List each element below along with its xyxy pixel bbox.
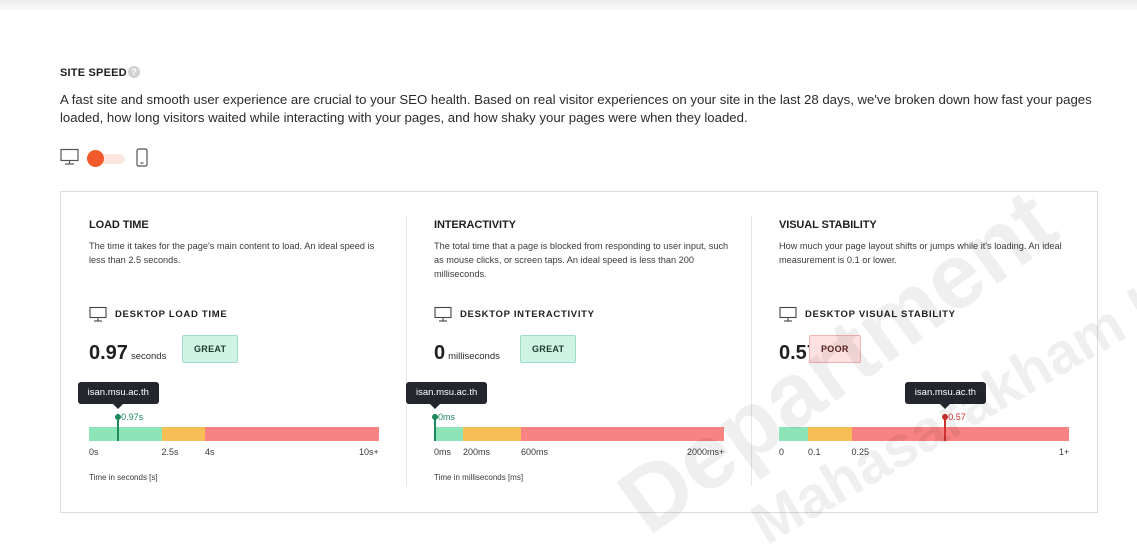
device-toggle-row bbox=[60, 148, 180, 168]
load-time-value: 0.97 bbox=[89, 342, 128, 364]
interactivity-value-marker: 0ms bbox=[432, 412, 455, 441]
toggle-knob bbox=[87, 150, 104, 167]
section-title: SITE SPEED bbox=[60, 67, 127, 79]
load-time-axis-note: Time in seconds [s] bbox=[89, 473, 158, 482]
visual-stability-tick-label: 1+ bbox=[1059, 447, 1070, 457]
interactivity-marker-label: 0ms bbox=[438, 412, 456, 422]
interactivity-description: The total time that a page is blocked fr… bbox=[434, 241, 729, 279]
visual-stability-value-marker: 0.57 bbox=[942, 412, 966, 441]
load-time-tick-label: 0s bbox=[89, 447, 99, 457]
load-time-title: LOAD TIME bbox=[89, 219, 149, 231]
load-time-bar-segment bbox=[205, 427, 379, 441]
interactivity-metric: 0 milliseconds bbox=[434, 342, 500, 366]
desktop-icon bbox=[434, 306, 452, 322]
load-time-tick-label: 10s+ bbox=[359, 447, 379, 457]
interactivity-bar-segment bbox=[434, 427, 463, 441]
load-time-score-bar bbox=[89, 427, 379, 441]
visual-stability-bar-segment bbox=[808, 427, 852, 441]
load-time-bar-segment bbox=[161, 427, 205, 441]
interactivity-score-bar bbox=[434, 427, 724, 441]
desktop-icon[interactable] bbox=[60, 148, 79, 166]
load-time-tick-label: 2.5s bbox=[161, 447, 179, 457]
interactivity-title: INTERACTIVITY bbox=[434, 219, 516, 231]
load-time-description: The time it takes for the page's main co… bbox=[89, 241, 375, 265]
load-time-status-badge: GREAT bbox=[182, 335, 239, 363]
interactivity-site-tooltip: isan.msu.ac.th bbox=[406, 382, 488, 409]
visual-stability-tick-label: 0.1 bbox=[808, 447, 821, 457]
visual-stability-tick-label: 0.25 bbox=[851, 447, 870, 457]
top-bar bbox=[0, 0, 1137, 10]
mobile-icon[interactable] bbox=[136, 148, 148, 167]
load-time-bar-segment bbox=[89, 427, 162, 441]
visual-stability-status-badge: POOR bbox=[809, 335, 861, 363]
visual-stability-description: How much your page layout shifts or jump… bbox=[779, 241, 1062, 265]
visual-stability-bar-segment bbox=[779, 427, 808, 441]
interactivity-tick-label: 600ms bbox=[521, 447, 549, 457]
visual-stability-marker-label: 0.57 bbox=[948, 412, 966, 422]
interactivity-tick-label: 200ms bbox=[463, 447, 491, 457]
interactivity-bar-segment bbox=[521, 427, 724, 441]
interactivity-value: 0 bbox=[434, 342, 446, 364]
visual-stability-column: VISUAL STABILITY How much your page layo… bbox=[751, 192, 1096, 512]
site-speed-panel: LOAD TIME The time it takes for the page… bbox=[60, 191, 1098, 513]
desktop-icon bbox=[779, 306, 797, 322]
visual-stability-title: VISUAL STABILITY bbox=[779, 219, 877, 231]
load-time-site-tooltip: isan.msu.ac.th bbox=[77, 382, 159, 409]
interactivity-status-badge: GREAT bbox=[520, 335, 577, 363]
interactivity-column: INTERACTIVITY The total time that a page… bbox=[406, 192, 751, 512]
visual-stability-site-tooltip: isan.msu.ac.th bbox=[904, 382, 987, 409]
interactivity-tick-label: 0ms bbox=[434, 447, 452, 457]
interactivity-axis-note: Time in milliseconds [ms] bbox=[434, 473, 524, 482]
interactivity-tick-label: 2000ms+ bbox=[687, 447, 725, 457]
desktop-visual-stability-label: DESKTOP VISUAL STABILITY bbox=[805, 309, 956, 320]
visual-stability-bar-segment bbox=[851, 427, 1069, 441]
desktop-interactivity-label: DESKTOP INTERACTIVITY bbox=[460, 309, 595, 320]
desktop-load-time-label: DESKTOP LOAD TIME bbox=[115, 309, 228, 320]
interactivity-bar-segment bbox=[463, 427, 521, 441]
interactivity-unit: milliseconds bbox=[448, 351, 500, 362]
visual-stability-score-bar bbox=[779, 427, 1069, 441]
load-time-value-marker: 0.97s bbox=[115, 412, 143, 441]
visual-stability-tick-label: 0 bbox=[779, 447, 785, 457]
load-time-unit: seconds bbox=[130, 351, 167, 362]
help-circle-icon[interactable]: ? bbox=[128, 66, 140, 78]
load-time-metric: 0.97 seconds bbox=[89, 342, 166, 366]
load-time-column: LOAD TIME The time it takes for the page… bbox=[61, 192, 406, 512]
device-toggle-switch[interactable] bbox=[87, 150, 125, 167]
load-time-tick-label: 4s bbox=[205, 447, 215, 457]
desktop-icon bbox=[89, 306, 107, 322]
load-time-marker-label: 0.97s bbox=[121, 412, 144, 422]
section-intro: A fast site and smooth user experience a… bbox=[60, 92, 1092, 125]
